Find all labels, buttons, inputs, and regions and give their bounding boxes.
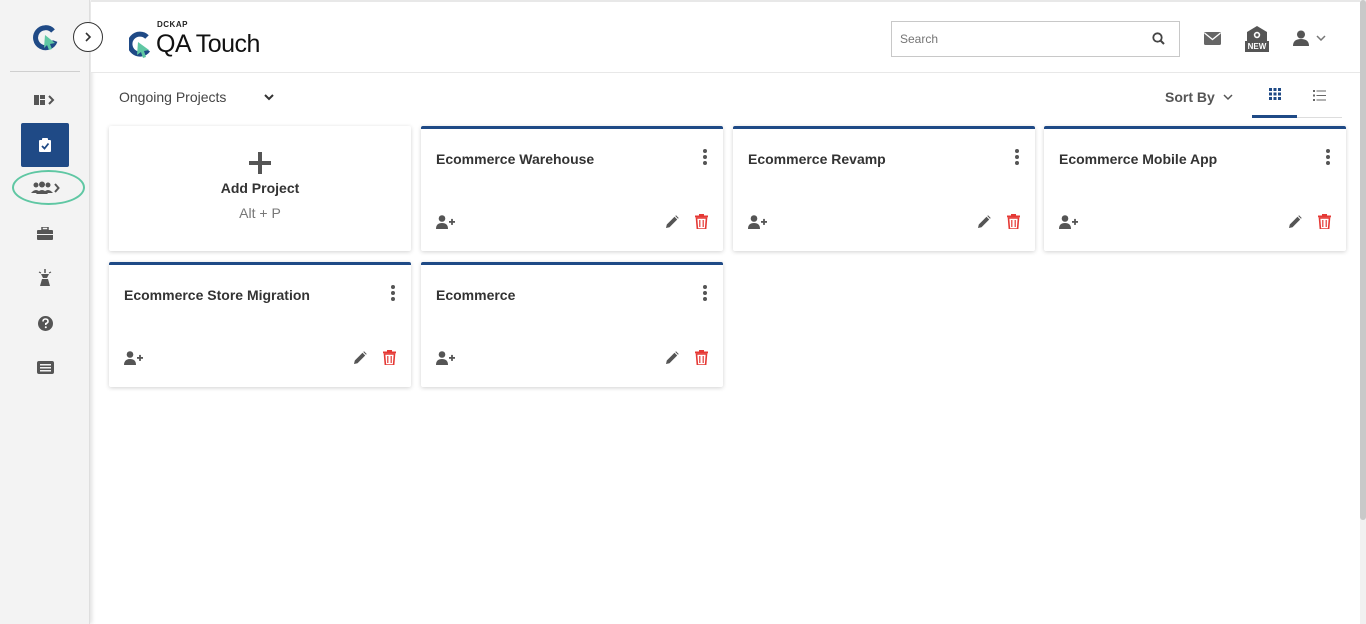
chevron-down-icon [264,93,275,100]
tower-icon [38,269,52,286]
sidebar [0,0,90,624]
search-box [891,21,1180,57]
page-scrollbar[interactable] [1360,0,1366,624]
app-logo-icon[interactable] [33,25,59,51]
add-user-icon[interactable] [124,351,143,365]
search-icon[interactable] [1152,32,1165,45]
project-card[interactable]: Ecommerce Revamp [733,126,1035,251]
user-icon [1293,30,1309,46]
add-user-icon[interactable] [436,351,455,365]
more-options-icon[interactable] [1013,149,1021,165]
sidebar-item-help[interactable] [24,310,66,336]
more-options-icon[interactable] [701,285,709,301]
add-user-icon[interactable] [436,215,455,229]
sidebar-item-reports[interactable] [24,354,66,380]
more-options-icon[interactable] [389,285,397,301]
project-card[interactable]: Ecommerce Mobile App [1044,126,1346,251]
brand-company: DCKAP [157,20,188,29]
more-options-icon[interactable] [701,149,709,165]
project-filter-select[interactable]: Ongoing Projects [119,89,275,105]
sort-by-dropdown[interactable]: Sort By [1165,89,1233,105]
clipboard-check-icon [39,138,51,152]
chevron-right-icon [85,32,92,42]
app-root: DCKAP QA Touch NEW [0,0,1366,624]
project-title[interactable]: Ecommerce Mobile App [1059,151,1217,167]
project-card[interactable]: Ecommerce Warehouse [421,126,723,251]
edit-icon[interactable] [665,215,679,229]
project-filter-value: Ongoing Projects [119,89,227,105]
search-input[interactable] [892,24,1132,54]
project-card[interactable]: Ecommerce Store Migration [109,262,411,387]
new-feature-icon [1247,26,1267,42]
add-project-card[interactable]: Add Project Alt + P [109,126,411,251]
sidebar-toggle-button[interactable] [73,22,103,52]
brand-logo-icon[interactable] [129,30,153,60]
more-options-icon[interactable] [1324,149,1332,165]
project-card[interactable]: Ecommerce [421,262,723,387]
add-user-icon[interactable] [748,215,767,229]
top-header: DCKAP QA Touch NEW [91,0,1366,73]
sidebar-item-tower[interactable] [24,265,66,291]
briefcase-icon [37,226,53,240]
mail-icon[interactable] [1204,32,1221,45]
project-title[interactable]: Ecommerce Store Migration [124,287,310,303]
chevron-down-icon [1223,93,1233,100]
dashboard-icon [34,95,55,105]
users-icon [31,181,60,194]
grid-icon [1268,87,1281,100]
delete-icon[interactable] [383,350,396,365]
delete-icon[interactable] [1007,214,1020,229]
add-user-icon[interactable] [1059,215,1078,229]
sidebar-divider [10,71,80,72]
reports-icon [36,360,54,374]
edit-icon[interactable] [353,351,367,365]
edit-icon[interactable] [1288,215,1302,229]
scrollbar-thumb[interactable] [1360,0,1366,520]
project-title[interactable]: Ecommerce [436,287,515,303]
list-view-tab[interactable] [1297,80,1342,118]
whats-new-button[interactable]: NEW [1243,26,1271,54]
plus-icon [249,152,271,174]
project-title[interactable]: Ecommerce Warehouse [436,151,594,167]
new-badge: NEW [1245,41,1269,52]
sidebar-item-users[interactable] [24,175,66,201]
brand-name[interactable]: QA Touch [156,30,260,59]
help-icon [37,315,53,331]
delete-icon[interactable] [1318,214,1331,229]
user-menu[interactable] [1293,30,1326,46]
delete-icon[interactable] [695,214,708,229]
project-title[interactable]: Ecommerce Revamp [748,151,886,167]
add-project-shortcut: Alt + P [239,205,281,221]
edit-icon[interactable] [977,215,991,229]
sidebar-item-dashboard[interactable] [24,87,66,113]
delete-icon[interactable] [695,350,708,365]
view-toggle [1252,80,1342,118]
sort-by-label: Sort By [1165,89,1215,105]
grid-view-tab[interactable] [1252,80,1297,118]
sidebar-item-briefcase[interactable] [24,220,66,246]
sidebar-item-projects[interactable] [21,123,69,167]
edit-icon[interactable] [665,351,679,365]
chevron-down-icon [1316,35,1326,41]
add-project-title: Add Project [220,180,300,196]
list-icon [1313,89,1326,101]
